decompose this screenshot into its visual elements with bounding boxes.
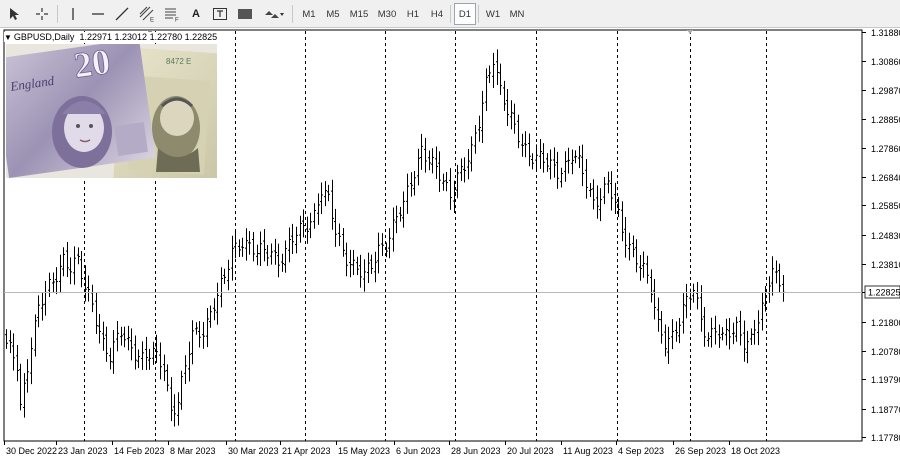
- open-value: 1.22971: [79, 32, 112, 42]
- x-tick-label: 30 Dec 2022: [6, 446, 57, 456]
- y-tick-label: 1.23810: [871, 260, 900, 270]
- shapes-menu-icon[interactable]: [260, 3, 288, 25]
- y-tick-label: 1.27860: [871, 144, 900, 154]
- y-tick-label: 1.26840: [871, 173, 900, 183]
- y-tick-label: 1.17780: [871, 433, 900, 443]
- timeframe-d1[interactable]: D1: [454, 3, 476, 25]
- x-tick-label: 15 May 2023: [338, 446, 390, 456]
- chart-area[interactable]: 1.31880 1.30860 1.29870 1.28850 1.27860 1.268…: [0, 28, 900, 461]
- x-tick-label: 21 Apr 2023: [282, 446, 331, 456]
- timeframe-m5[interactable]: M5: [322, 3, 344, 25]
- horizontal-line-icon[interactable]: [88, 3, 108, 25]
- rectangle-icon[interactable]: [235, 3, 255, 25]
- x-tick-label: 30 Mar 2023: [228, 446, 279, 456]
- vertical-line-icon[interactable]: [64, 3, 82, 25]
- timeframe-h4[interactable]: H4: [426, 3, 448, 25]
- y-tick-label: 1.30860: [871, 57, 900, 67]
- y-tick-label: 1.31880: [871, 28, 900, 38]
- y-tick-label: 1.21800: [871, 318, 900, 328]
- gbp-usd-banknotes-image: 8472 E England 20: [6, 44, 217, 178]
- x-tick-label: 18 Oct 2023: [731, 446, 780, 456]
- x-tick-label: 14 Feb 2023: [114, 446, 165, 456]
- y-tick-label: 1.29870: [871, 86, 900, 96]
- toolbar: E F A M1 M5 M15 M30 H1 H4 D1 W1 MN: [0, 0, 900, 28]
- svg-text:20: 20: [71, 44, 112, 86]
- low-value: 1.22780: [149, 32, 183, 42]
- high-value: 1.23012: [114, 32, 148, 42]
- close-value: 1.22825: [184, 32, 218, 42]
- timeframe-mn[interactable]: MN: [506, 3, 528, 25]
- y-tick-label: 1.20780: [871, 347, 900, 357]
- y-tick-label: 1.19790: [871, 375, 900, 385]
- y-tick-label: 1.28850: [871, 115, 900, 125]
- timeframe-m1[interactable]: M1: [298, 3, 320, 25]
- x-tick-label: 20 Jul 2023: [507, 446, 554, 456]
- symbol-info-label: ▼ GBPUSD,Daily 1.22971 1.23012 1.22780 1.…: [4, 32, 218, 42]
- x-tick-label: 23 Jan 2023: [58, 446, 108, 456]
- y-tick-label: 1.25850: [871, 201, 900, 211]
- trendline-icon[interactable]: [112, 3, 132, 25]
- fibonacci-icon[interactable]: F: [162, 3, 182, 25]
- symbol-name: GBPUSD,Daily: [13, 32, 75, 42]
- collapse-triangle-icon[interactable]: ▼: [4, 33, 12, 42]
- x-tick-label: 4 Sep 2023: [618, 446, 664, 456]
- current-price-label: 1.22825: [868, 288, 900, 298]
- x-tick-label: 28 Jun 2023: [451, 446, 501, 456]
- timeframe-h1[interactable]: H1: [402, 3, 424, 25]
- svg-text:8472 E: 8472 E: [166, 57, 191, 66]
- svg-text:E: E: [150, 18, 154, 23]
- x-tick-label: 6 Jun 2023: [396, 446, 441, 456]
- y-tick-label: 1.18770: [871, 405, 900, 415]
- text-icon[interactable]: A: [187, 3, 205, 25]
- timeframe-m30[interactable]: M30: [374, 3, 400, 25]
- x-tick-label: 11 Aug 2023: [563, 446, 613, 456]
- channel-icon[interactable]: E: [137, 3, 157, 25]
- crosshair-icon[interactable]: [31, 3, 53, 25]
- y-tick-label: 1.24830: [871, 231, 900, 241]
- cursor-icon[interactable]: [5, 3, 23, 25]
- text-label-icon[interactable]: [210, 3, 230, 25]
- x-tick-label: 8 Mar 2023: [170, 446, 216, 456]
- x-tick-label: 26 Sep 2023: [675, 446, 726, 456]
- timeframe-m15[interactable]: M15: [346, 3, 372, 25]
- timeframe-w1[interactable]: W1: [482, 3, 504, 25]
- svg-text:F: F: [175, 18, 179, 23]
